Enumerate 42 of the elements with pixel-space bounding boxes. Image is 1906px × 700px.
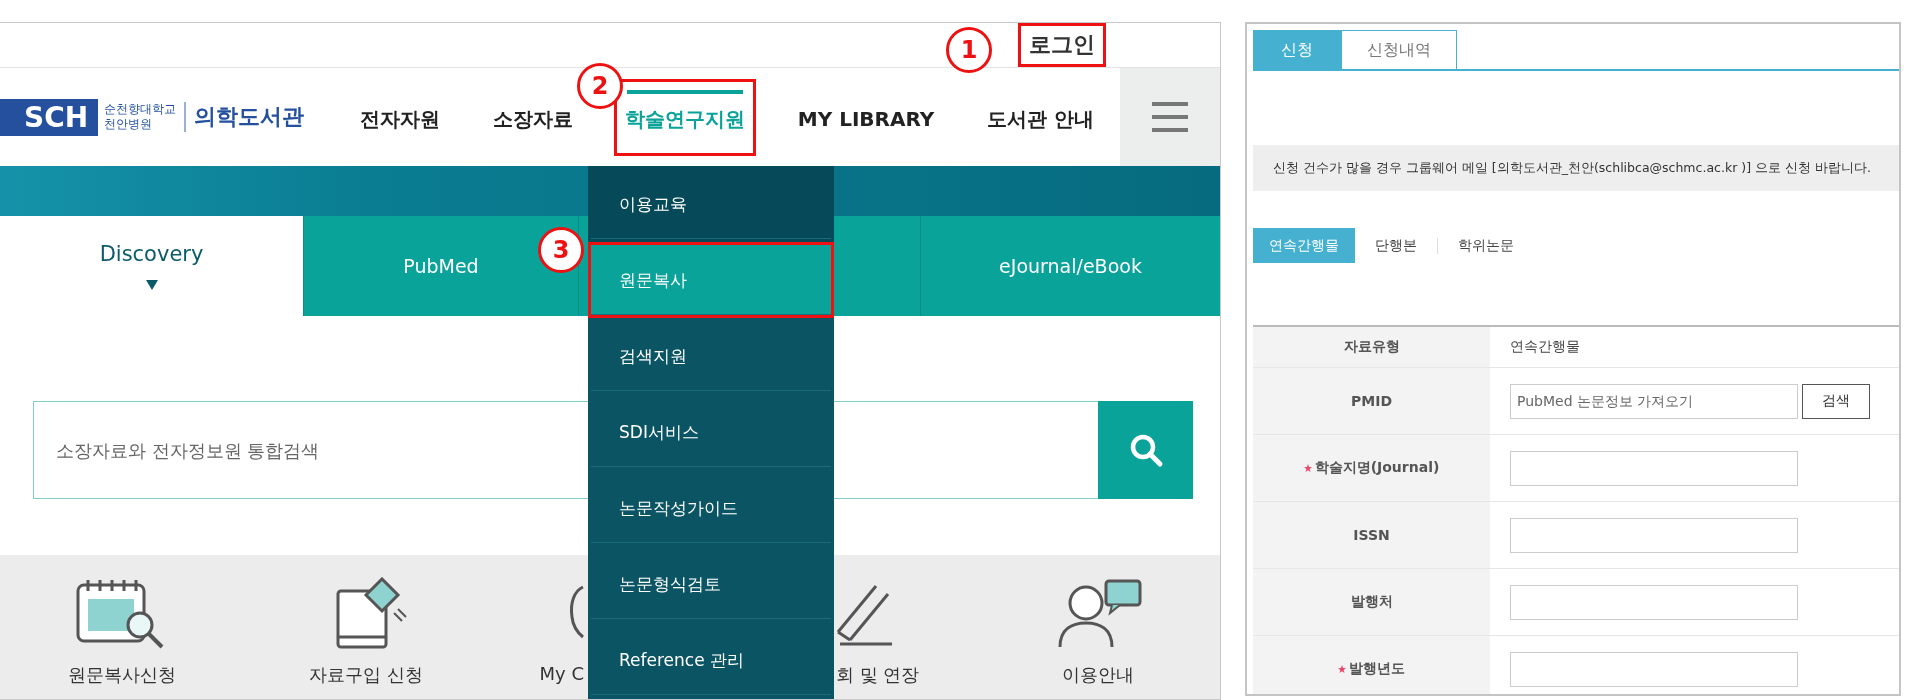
quick-link-label[interactable]: 원문복사신청: [68, 663, 176, 687]
type-tab[interactable]: 학위논문: [1438, 228, 1534, 263]
notice-text: 신청 건수가 많을 경우 그룹웨어 메일 [의학도서관_천안(schlibca@schmc.ac.kr )] 으로 신청 바랍니다.: [1253, 145, 1899, 191]
dropdown-item[interactable]: 논문형식검토: [588, 546, 834, 622]
caret-icon: [145, 280, 158, 290]
dropdown-item[interactable]: 검색지원: [588, 318, 834, 394]
form-label-cell: 학술지명(Journal): [1253, 435, 1490, 501]
form-label-cell: 발행처: [1253, 569, 1490, 635]
nav-menu-item[interactable]: 도서관 안내: [975, 78, 1105, 156]
form-label-cell: 자료유형: [1253, 327, 1490, 367]
quick-link-label[interactable]: 이용안내: [1062, 663, 1134, 687]
dropdown-item[interactable]: 이용교육: [588, 166, 834, 242]
input-field[interactable]: [1510, 651, 1798, 687]
input-field[interactable]: [1510, 584, 1798, 620]
pmid-field[interactable]: PubMed 논문정보 가져오기: [1510, 383, 1798, 419]
input-field[interactable]: [1510, 450, 1798, 486]
type-tab[interactable]: 단행본: [1355, 228, 1437, 263]
logo-subtitle: 천안병원: [104, 117, 154, 132]
step-number-badge: 1: [946, 27, 992, 73]
dropdown-item[interactable]: Reference 관리: [588, 622, 834, 698]
form-label-cell: ISSN: [1253, 502, 1490, 568]
logo-subtitle: 순천향대학교: [104, 102, 177, 117]
form-label-cell: PMID: [1253, 368, 1490, 434]
form-tab[interactable]: 신청내역: [1341, 30, 1457, 69]
menu-icon: [1152, 102, 1188, 132]
logo-mark[interactable]: SCH: [0, 98, 99, 136]
required-mark-icon: [1338, 665, 1346, 673]
logo-title[interactable]: 의학도서관: [194, 102, 305, 132]
nav-menu-item[interactable]: MY LIBRARY: [786, 80, 946, 154]
form-value: 연속간행물: [1510, 338, 1580, 356]
form-label-cell: 발행년도: [1253, 636, 1490, 694]
search-button[interactable]: 검색: [1802, 383, 1870, 419]
required-mark-icon: [1303, 464, 1312, 472]
quick-link-label[interactable]: 회 및 연장: [836, 663, 920, 687]
step-number-badge: 2: [577, 63, 623, 109]
input-field[interactable]: [1510, 517, 1798, 553]
search-button[interactable]: [1098, 401, 1193, 499]
login-link[interactable]: 로그인: [1018, 23, 1106, 67]
quick-link-label[interactable]: My C: [539, 663, 584, 684]
quick-link-label[interactable]: 자료구입 신청: [309, 663, 423, 687]
nav-menu-item[interactable]: 전자자원: [349, 78, 452, 156]
menu-button[interactable]: [1120, 68, 1220, 166]
